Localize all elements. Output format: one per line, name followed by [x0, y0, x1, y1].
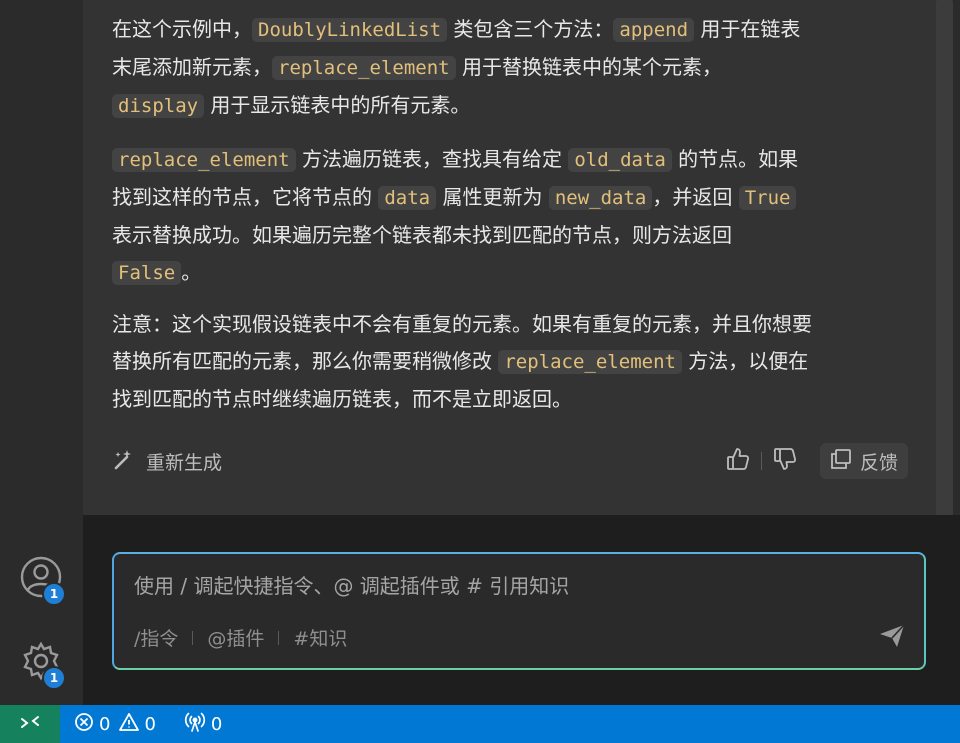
remote-icon [19, 711, 41, 738]
inline-code: replace_element [112, 148, 296, 172]
inline-code: old_data [568, 148, 672, 172]
thumbs-down-icon [772, 446, 798, 476]
text: 替换所有匹配的元素，那么你需要稍微修改 [112, 349, 499, 373]
settings-button[interactable]: 1 [18, 640, 66, 690]
text: 在这个示例中， [112, 17, 252, 41]
inline-code: False [112, 261, 182, 285]
send-icon [879, 624, 905, 652]
warning-icon [119, 712, 140, 737]
divider [760, 452, 762, 470]
text: 。 [181, 260, 202, 284]
regenerate-label: 重新生成 [146, 451, 223, 474]
activity-bar: 1 1 [0, 0, 83, 705]
text: ，并返回 [652, 185, 739, 209]
text: 方法遍历链表，查找具有给定 [295, 147, 569, 171]
inline-code: DoublyLinkedList [252, 18, 448, 42]
text: 用于显示链表中的所有元素。 [204, 93, 471, 117]
text: 找到这样的节点，它将节点的 [112, 185, 379, 209]
shortcut-bar: /指令 @插件 #知识 [134, 624, 347, 651]
chat-input-placeholder: 使用 / 调起快捷指令、@ 调起插件或 # 引用知识 [134, 574, 570, 598]
feedback-button[interactable]: 反馈 [819, 443, 908, 479]
inline-code: replace_element [498, 350, 682, 374]
inline-code: new_data [548, 186, 653, 210]
ports-indicator[interactable]: 0 [184, 712, 222, 737]
feedback-label: 反馈 [859, 451, 898, 474]
scrollbar-thumb[interactable] [936, 0, 953, 520]
inline-code: display [112, 94, 205, 118]
feedback-icon [830, 448, 852, 475]
settings-badge: 1 [42, 666, 66, 690]
text: 找到匹配的节点时继续遍历链表，而不是立即返回。 [112, 387, 572, 411]
problems-indicator[interactable]: 0 0 [74, 712, 156, 737]
shortcut-command[interactable]: /指令 [134, 624, 178, 651]
shortcut-knowledge[interactable]: #知识 [293, 624, 347, 651]
feedback-area: 反馈 [721, 440, 908, 482]
paragraph-1: 在这个示例中， DoublyLinkedList 类包含三个方法： append 用… [112, 11, 912, 125]
remote-indicator[interactable] [0, 705, 60, 743]
paragraph-2: replace_element 方法遍历链表，查找具有给定 old_data 的… [112, 141, 912, 292]
broadcast-icon [184, 712, 206, 737]
magic-wand-icon [112, 447, 136, 476]
thumbs-down-button[interactable] [768, 444, 802, 478]
send-button[interactable] [878, 624, 906, 652]
text: 方法，以便在 [681, 349, 809, 373]
inline-code: replace_element [272, 56, 456, 80]
text: 属性更新为 [436, 185, 549, 209]
text: 的节点。如果 [671, 147, 799, 171]
response-actions: 重新生成 反馈 [112, 440, 908, 482]
status-bar: 0 0 0 [0, 705, 960, 743]
paragraph-3: 注意：这个实现假设链表中不会有重复的元素。如果有重复的元素，并且你想要 替换所有… [112, 306, 912, 418]
text: 注意：这个实现假设链表中不会有重复的元素。如果有重复的元素，并且你想要 [112, 312, 812, 336]
text: 表示替换成功。如果遍历完整个链表都未找到匹配的节点，则方法返回 [112, 223, 732, 247]
text: 末尾添加新元素， [112, 55, 272, 79]
inline-code: True [738, 186, 797, 210]
divider [192, 630, 194, 645]
inline-code: data [378, 186, 437, 210]
account-badge: 1 [42, 582, 66, 606]
regenerate-button[interactable]: 重新生成 [112, 440, 222, 482]
chat-input[interactable]: 使用 / 调起快捷指令、@ 调起插件或 # 引用知识 /指令 @插件 #知识 [112, 552, 926, 670]
text: 类包含三个方法： [447, 17, 614, 41]
error-icon [74, 712, 94, 737]
inline-code: append [613, 18, 695, 42]
warning-count: 0 [144, 713, 156, 735]
thumbs-up-button[interactable] [721, 444, 755, 478]
text: 用于替换链表中的某个元素， [455, 55, 722, 79]
thumbs-up-icon [725, 446, 751, 476]
error-count: 0 [99, 713, 111, 735]
ports-count: 0 [210, 713, 223, 735]
account-button[interactable]: 1 [18, 556, 66, 606]
divider [278, 630, 280, 645]
shortcut-plugin[interactable]: @插件 [207, 624, 264, 651]
text: 用于在链表 [694, 17, 801, 41]
